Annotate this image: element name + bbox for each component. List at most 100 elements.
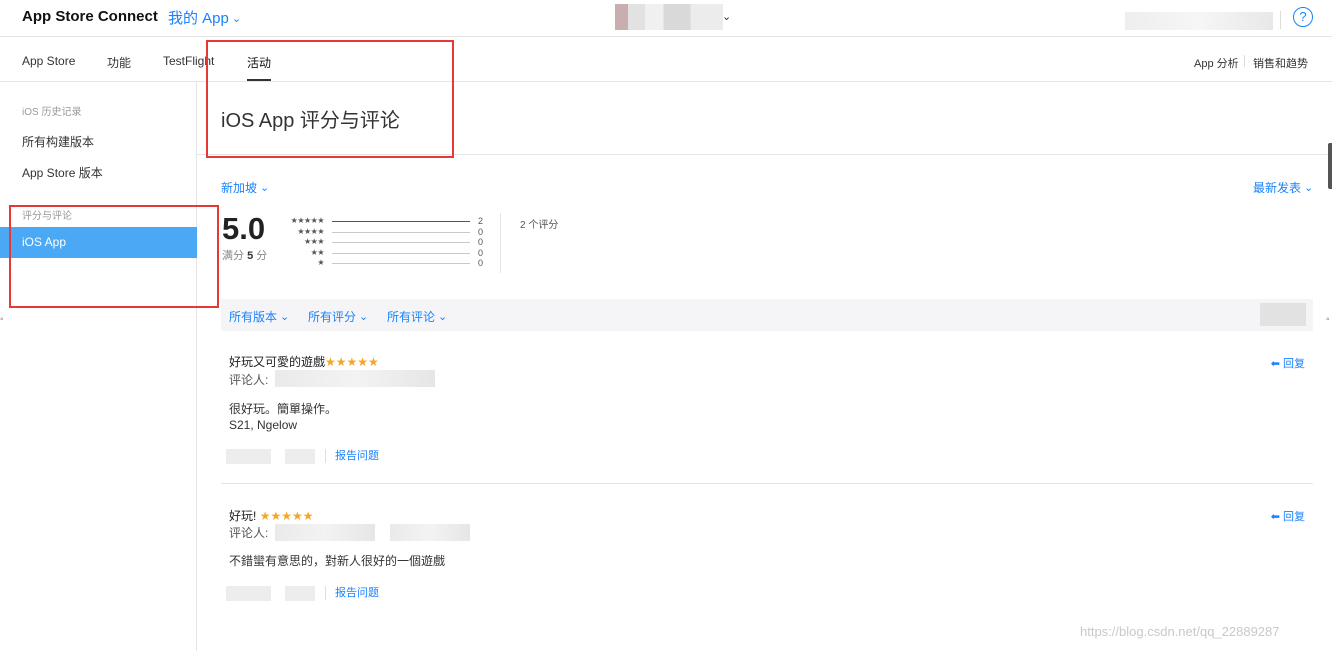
chevron-down-icon: ⌄ — [280, 311, 290, 323]
filter-label: 所有版本 — [229, 310, 278, 324]
rating-bar-track — [332, 221, 470, 222]
star-label: ★★★★ — [297, 226, 324, 236]
tab-app-store[interactable]: App Store — [22, 54, 75, 68]
rating-bar-track — [332, 231, 470, 233]
my-app-menu[interactable]: 我的 App ⌄ — [168, 7, 241, 28]
rating-row-2: ★★ 0 — [286, 247, 486, 260]
rating-bar-track — [332, 263, 470, 264]
review-body-line: S21, Ngelow — [229, 418, 298, 432]
rating-count: 2 — [478, 216, 484, 226]
scroll-marker: ◦ — [0, 314, 4, 325]
review-reviewer: 评论人: — [229, 373, 269, 387]
review-title: 好玩! ★★★★★ — [229, 507, 313, 524]
rating-count: 0 — [478, 258, 484, 268]
reviewer-name-blurred — [275, 370, 435, 387]
review-title-text: 好玩又可愛的遊戲 — [229, 355, 326, 369]
chevron-down-icon: ⌄ — [1304, 182, 1314, 194]
reviewer-name-blurred — [390, 524, 470, 541]
review-body: 不錯蠻有意思的，對新人很好的一個遊戲 — [229, 553, 445, 569]
review-stars: ★★★★★ — [259, 509, 314, 523]
average-rating: 5.0 — [222, 211, 266, 246]
review-body-line: 很好玩。簡單操作。 — [229, 402, 338, 416]
review-meta-blurred — [285, 586, 315, 601]
tab-features[interactable]: 功能 — [107, 54, 131, 71]
divider — [325, 586, 326, 600]
side-handle[interactable] — [1328, 143, 1332, 189]
search-blurred[interactable] — [1260, 303, 1306, 326]
star-label: ★★★ — [303, 237, 325, 246]
divider — [221, 483, 1313, 484]
rating-bar-track — [332, 242, 470, 243]
help-icon[interactable]: ? — [1293, 7, 1313, 27]
chevron-down-icon: ⌄ — [359, 311, 369, 323]
divider — [1244, 55, 1245, 67]
chevron-down-icon: ⌄ — [438, 311, 448, 323]
filter-reviews[interactable]: 所有评论 ⌄ — [387, 308, 447, 325]
rating-distribution: ★★★★★ 2 ★★★★ 0 ★★★ 0 ★★ 0 ★ 0 — [286, 216, 486, 270]
review-meta-blurred — [285, 449, 315, 464]
review-body-line: 不錯蠻有意思的，對新人很好的一個遊戲 — [229, 554, 446, 568]
filter-label: 所有评分 — [308, 310, 357, 324]
my-app-label: 我的 App — [168, 10, 229, 27]
review-stars: ★★★★★ — [325, 355, 379, 369]
region-selector[interactable]: 新加坡 ⌄ — [221, 179, 269, 196]
reply-icon: ⬅ — [1270, 511, 1283, 523]
rating-total: 2 个评分 — [520, 220, 559, 231]
sidebar: iOS 历史记录 所有构建版本 App Store 版本 评分与评论 iOS A… — [0, 82, 197, 651]
sidebar-item-all-builds[interactable]: 所有构建版本 — [22, 133, 94, 150]
report-problem-link[interactable]: 报告问题 — [335, 584, 379, 600]
sort-selector[interactable]: 最新发表 ⌄ — [1253, 179, 1313, 196]
review-title-text: 好玩! — [229, 509, 257, 523]
chevron-down-icon[interactable]: ⌄ — [722, 10, 731, 23]
brand-title[interactable]: App Store Connect — [22, 8, 158, 25]
reply-label: 回复 — [1283, 511, 1305, 523]
nav-sales-trends[interactable]: 销售和趋势 — [1253, 55, 1308, 71]
reviewer-name-blurred — [275, 524, 375, 541]
review-reviewer: 评论人: — [229, 526, 269, 540]
reply-button[interactable]: ⬅ 回复 — [1271, 355, 1305, 371]
rating-bar-fill — [332, 221, 470, 222]
reply-icon: ⬅ — [1270, 358, 1283, 370]
star-label: ★ — [317, 258, 324, 267]
sort-label: 最新发表 — [1253, 181, 1302, 195]
nav-bar: App Store 功能 TestFlight 活动 App 分析 销售和趋势 — [0, 37, 1332, 82]
filter-label: 所有评论 — [387, 310, 436, 324]
rating-row-1: ★ 0 — [286, 258, 486, 270]
watermark: https://blog.csdn.net/qq_22889287 — [1080, 624, 1280, 639]
review-date-blurred — [226, 586, 271, 601]
report-problem-link[interactable]: 报告问题 — [335, 447, 379, 463]
top-header: App Store Connect 我的 App ⌄ ⌄ ? — [0, 0, 1332, 37]
review-card: 好玩又可愛的遊戲★★★★★ 评论人: 很好玩。簡單操作。 S21, Ngelow… — [221, 346, 1313, 486]
rating-max-value: 5 — [247, 250, 254, 262]
sidebar-heading-history: iOS 历史记录 — [22, 107, 82, 118]
scroll-marker: ◦ — [1326, 314, 1330, 325]
divider — [325, 449, 326, 463]
region-label: 新加坡 — [221, 181, 258, 195]
nav-app-analytics[interactable]: App 分析 — [1194, 55, 1239, 71]
app-icon-blurred[interactable] — [615, 4, 723, 30]
filter-ratings[interactable]: 所有评分 ⌄ — [308, 308, 368, 325]
chevron-down-icon: ⌄ — [260, 182, 270, 194]
rating-count: 0 — [478, 237, 484, 247]
rating-max-suffix: 分 — [256, 250, 268, 262]
rating-max: 满分 5 分 — [222, 247, 267, 263]
rating-bar-track — [332, 252, 470, 254]
review-card: 好玩! ★★★★★ 评论人: 不錯蠻有意思的，對新人很好的一個遊戲 ⬅ 回复 报… — [221, 498, 1313, 608]
sidebar-item-app-store-versions[interactable]: App Store 版本 — [22, 164, 103, 181]
review-body: 很好玩。簡單操作。 S21, Ngelow — [229, 401, 337, 433]
chevron-down-icon: ⌄ — [231, 13, 242, 25]
annotation-box — [206, 40, 454, 158]
rating-count: 0 — [478, 226, 484, 237]
rating-max-prefix: 满分 — [222, 250, 244, 262]
divider — [1280, 11, 1281, 29]
star-label: ★★ — [310, 247, 325, 257]
star-label: ★★★★★ — [290, 216, 325, 225]
filter-versions[interactable]: 所有版本 ⌄ — [229, 308, 289, 325]
rating-count: 0 — [478, 247, 484, 258]
review-title: 好玩又可愛的遊戲★★★★★ — [229, 353, 379, 370]
reply-label: 回复 — [1283, 358, 1305, 370]
review-date-blurred — [226, 449, 271, 464]
reply-button[interactable]: ⬅ 回复 — [1271, 508, 1305, 524]
divider — [500, 213, 501, 273]
user-name-blurred[interactable] — [1125, 12, 1273, 30]
